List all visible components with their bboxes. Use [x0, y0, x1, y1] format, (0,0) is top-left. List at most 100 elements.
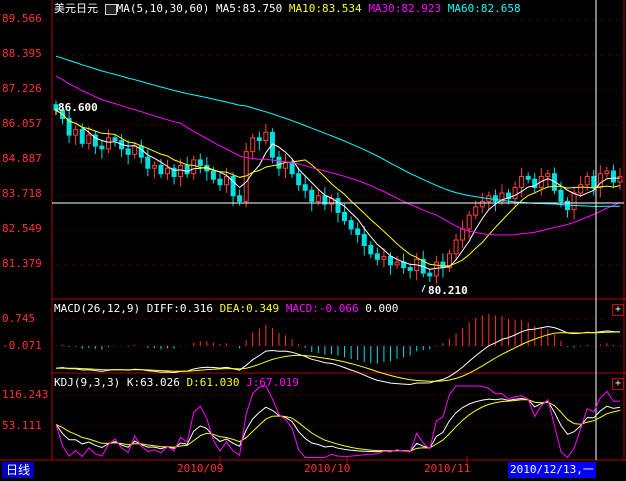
candle-body	[368, 245, 374, 255]
indicator-icon[interactable]	[104, 3, 117, 15]
candle-body	[237, 195, 243, 202]
ma10-value: MA10:83.534	[288, 2, 362, 15]
low-price-marker: 80.210	[428, 284, 468, 297]
candle-body	[197, 159, 203, 166]
y-tick: 84.887	[2, 152, 42, 165]
candle-body	[427, 272, 433, 277]
candle-body	[178, 164, 184, 177]
kdj-legend: KDJ(9,3,3) K:63.026 D:61.030 J:67.019	[54, 376, 299, 389]
kdj-d-line	[55, 399, 621, 452]
x-tick: 2010/10	[304, 462, 351, 475]
low-marker-pointer	[421, 284, 426, 293]
candle-body	[99, 145, 105, 150]
macd-extra: 0.000	[365, 302, 399, 315]
kdj-y-tick: 116.243	[2, 388, 49, 401]
period-selector[interactable]: 日线	[2, 462, 35, 478]
candle-body	[466, 214, 472, 230]
stock-chart-window: { "main_panel": { "symbol": "美元日元", "ma_…	[0, 0, 626, 481]
candle-body	[597, 173, 603, 189]
candle-body	[224, 175, 230, 186]
candle-body	[158, 164, 164, 175]
candle-body	[512, 187, 518, 200]
high-price-marker: 86.600	[58, 101, 98, 114]
candle-body	[283, 162, 289, 169]
candle-body	[407, 267, 413, 271]
candle-body	[335, 198, 341, 213]
y-tick: 87.226	[2, 82, 42, 95]
kdj-k: K:63.026	[126, 376, 180, 389]
kdj-y-tick: 53.111	[2, 419, 42, 432]
ma30-value: MA30:82.923	[368, 2, 442, 15]
candle-body	[394, 261, 400, 266]
candle-body	[151, 164, 157, 169]
macd-dea-line	[55, 331, 621, 382]
candle-body	[217, 178, 223, 186]
candle-body	[302, 184, 308, 191]
candle-body	[184, 164, 190, 175]
y-tick: 82.549	[2, 222, 42, 235]
kdj-label: KDJ(9,3,3)	[54, 376, 121, 389]
x-tick: 2010/09	[177, 462, 224, 475]
candle-body	[361, 233, 367, 247]
kdj-j-line	[55, 385, 621, 459]
candle-body	[381, 256, 387, 260]
macd-diff: DIFF:0.316	[146, 302, 213, 315]
candle-body	[604, 170, 610, 175]
macd-y-tick: 0.745	[2, 312, 36, 325]
macd-legend: MACD(26,12,9) DIFF:0.316 DEA:0.349 MACD:…	[54, 302, 398, 315]
candle-body	[433, 261, 439, 277]
candle-body	[578, 184, 584, 194]
candle-body	[73, 129, 79, 136]
candle-body	[296, 173, 302, 186]
candle-body	[558, 189, 564, 202]
cursor-date-label: 2010/12/13,一	[508, 462, 596, 478]
candle-body	[545, 173, 551, 177]
candle-body	[164, 167, 170, 175]
ma5-value: MA5:83.750	[215, 2, 283, 15]
candle-body	[250, 137, 256, 153]
candle-body	[289, 162, 295, 175]
kdj-expand-button[interactable]: +	[612, 378, 624, 390]
candle-body	[584, 175, 590, 186]
macd-dea: DEA:0.349	[219, 302, 280, 315]
macd-y-tick: -0.071	[2, 339, 42, 352]
candle-body	[479, 200, 485, 208]
candle-body	[145, 156, 151, 169]
candle-body	[440, 261, 446, 269]
macd-expand-button[interactable]: +	[612, 304, 624, 316]
candle-body	[276, 156, 282, 169]
candle-body	[112, 137, 118, 142]
candle-body	[79, 129, 85, 144]
candle-body	[309, 189, 315, 202]
candle-body	[230, 175, 236, 197]
candle-body	[453, 239, 459, 255]
candle-body	[256, 137, 262, 142]
candle-body	[387, 256, 393, 266]
kdj-j: J:67.019	[246, 376, 300, 389]
candle-body	[125, 148, 131, 155]
candle-body	[86, 134, 92, 144]
y-tick: 88.395	[2, 47, 42, 60]
candle-body	[610, 170, 616, 183]
candle-body	[132, 145, 138, 155]
macd-value: MACD:-0.066	[285, 302, 359, 315]
y-tick: 86.057	[2, 117, 42, 130]
candle-body	[105, 137, 111, 150]
chart-canvas	[0, 0, 626, 464]
candle-body	[492, 195, 498, 202]
candle-body	[210, 170, 216, 180]
candle-body	[355, 228, 361, 235]
ma60-value: MA60:82.658	[447, 2, 521, 15]
candle-body	[473, 206, 479, 216]
candle-body	[519, 175, 525, 189]
candle-body	[315, 195, 321, 202]
ma-indicator-label: MA(5,10,30,60)	[116, 2, 210, 15]
x-tick: 2010/11	[424, 462, 471, 475]
candle-body	[263, 131, 269, 142]
candle-body	[591, 175, 597, 189]
symbol-title: 美元日元	[54, 2, 98, 15]
main-legend: 美元日元 MA(5,10,30,60) MA5:83.750 MA10:83.5…	[54, 2, 521, 15]
candle-body	[191, 159, 197, 175]
candle-body	[374, 253, 380, 260]
ma10-line	[55, 109, 621, 267]
